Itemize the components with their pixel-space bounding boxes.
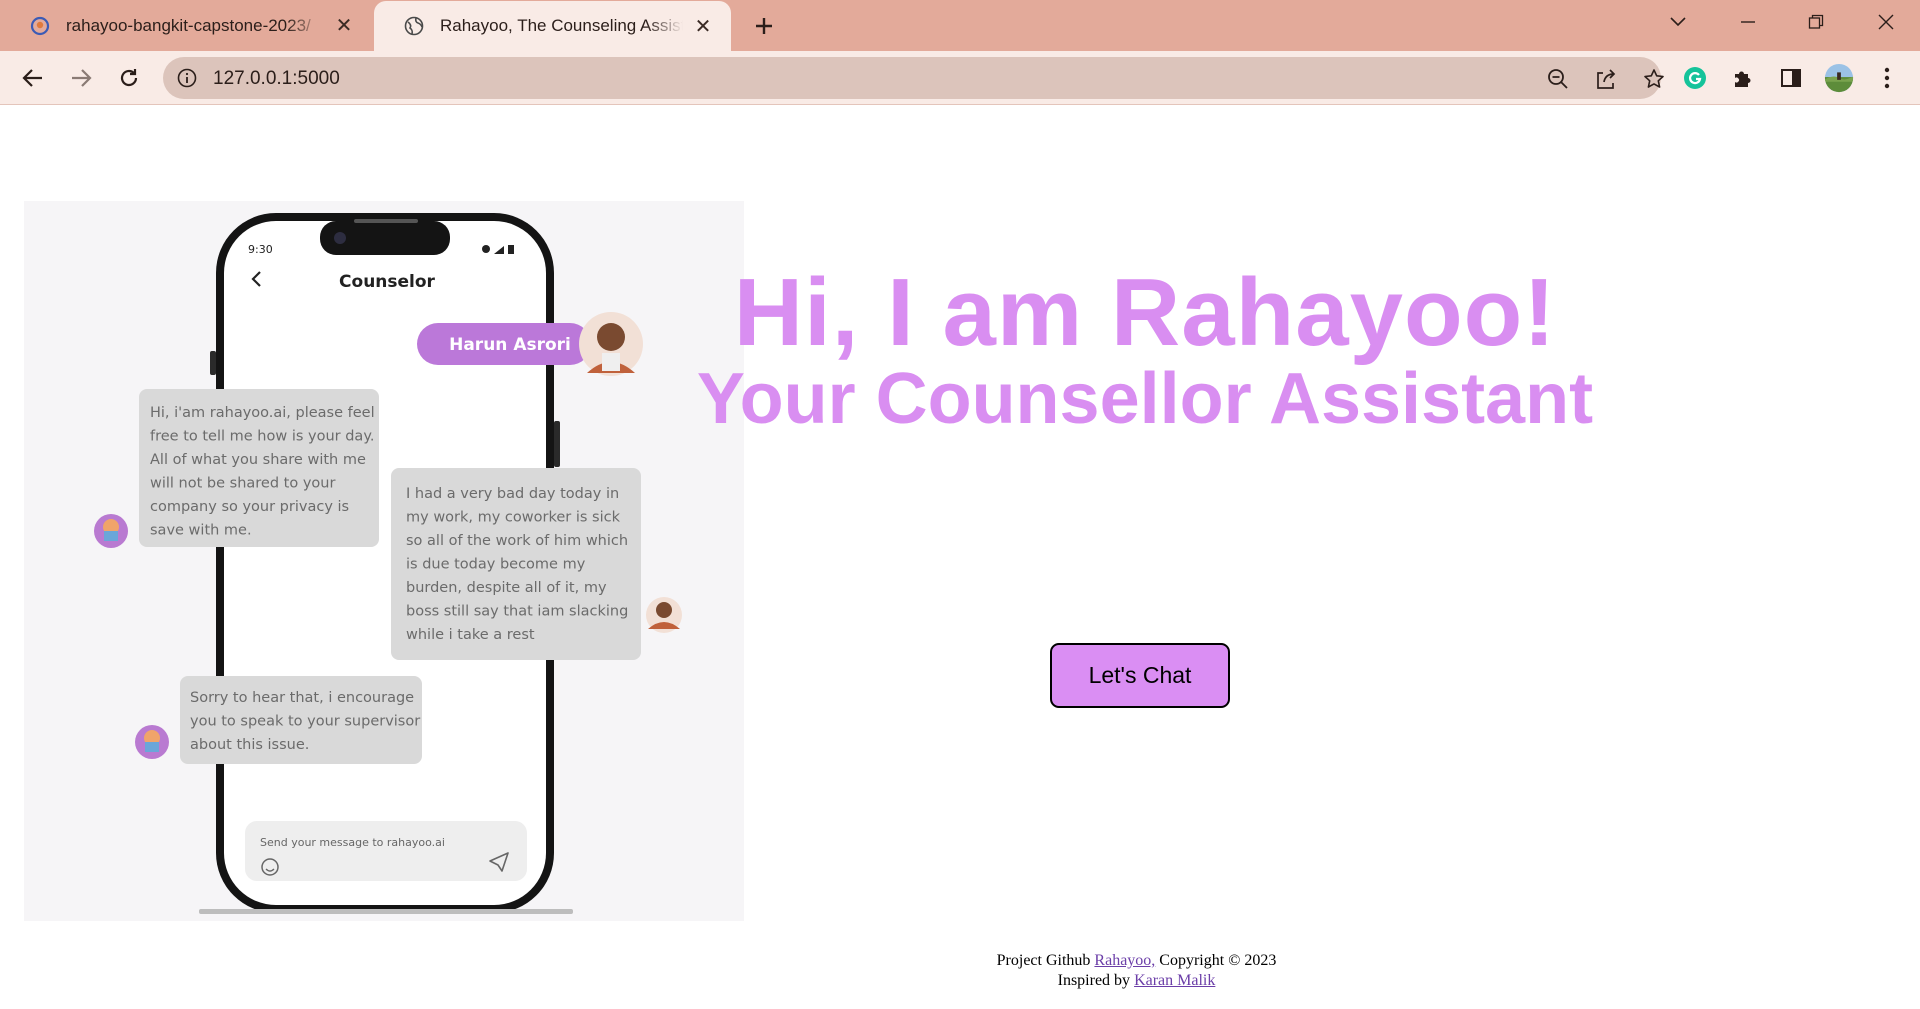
- forward-button[interactable]: [63, 60, 99, 96]
- side-panel-button[interactable]: [1776, 63, 1806, 93]
- info-icon[interactable]: [177, 68, 197, 88]
- menu-button[interactable]: [1872, 63, 1902, 93]
- grammarly-extension-button[interactable]: [1680, 63, 1710, 93]
- github-icon: [30, 16, 50, 35]
- grammarly-icon: [1684, 67, 1706, 89]
- reload-button[interactable]: [111, 60, 147, 96]
- bookmark-button[interactable]: [1641, 66, 1667, 92]
- page-subtitle: Your Counsellor Assistant: [696, 359, 1594, 439]
- minimize-icon: [1741, 21, 1755, 23]
- footer-text: Inspired by: [1057, 972, 1135, 989]
- arrow-left-icon: [22, 69, 42, 87]
- reload-icon: [120, 69, 138, 87]
- url-text[interactable]: 127.0.0.1:5000: [213, 68, 340, 90]
- message-line: save with me.: [150, 523, 252, 539]
- message-line: about this issue.: [190, 737, 309, 753]
- tab-github[interactable]: rahayoo-bangkit-capstone-2023/ ✕: [0, 0, 372, 51]
- extensions-button[interactable]: [1728, 63, 1758, 93]
- message-line: boss still say that iam slacking: [406, 604, 628, 620]
- share-button[interactable]: [1593, 66, 1619, 92]
- close-window-button[interactable]: [1858, 0, 1914, 44]
- globe-icon: [404, 16, 424, 36]
- message-line: will not be shared to your: [150, 476, 335, 492]
- status-time: 9:30: [248, 243, 273, 256]
- tab-title: Rahayoo, The Counseling Assistant: [440, 16, 683, 35]
- footer-line-1: Project Github Rahayoo, Copyright © 2023: [870, 951, 1403, 971]
- message-line: Sorry to hear that, i encourage: [190, 690, 414, 706]
- avatar: [1824, 63, 1854, 93]
- user-name: Harun Asrori: [449, 335, 571, 355]
- puzzle-icon: [1735, 71, 1751, 87]
- kebab-menu-icon: [1884, 67, 1890, 89]
- close-tab-icon[interactable]: ✕: [689, 12, 717, 40]
- side-panel-icon: [1781, 69, 1801, 87]
- message-line: Hi, i'am rahayoo.ai, please feel: [150, 405, 375, 421]
- zoom-button[interactable]: [1545, 66, 1571, 92]
- phone-chat-mockup: 9:30 Counselor Harun Asrori Hi, i'am rah…: [94, 213, 682, 914]
- chevron-down-icon: [1670, 17, 1686, 27]
- zoom-out-icon: [1548, 69, 1568, 89]
- hero-heading: Hi, I am Rahayoo! Your Counsellor Assist…: [690, 258, 1600, 438]
- message-line: company so your privacy is: [150, 499, 349, 515]
- restore-icon: [1808, 14, 1824, 29]
- project-github-link[interactable]: Rahayoo,: [1094, 952, 1155, 969]
- back-button[interactable]: [15, 60, 51, 96]
- page-footer: Project Github Rahayoo, Copyright © 2023…: [870, 951, 1403, 991]
- close-icon: [1878, 14, 1894, 30]
- chat-input-placeholder: Send your message to rahayoo.ai: [260, 836, 445, 849]
- hero-illustration: 9:30 Counselor Harun Asrori Hi, i'am rah…: [24, 201, 744, 921]
- address-bar[interactable]: 127.0.0.1:5000: [163, 57, 1664, 99]
- tab-strip: rahayoo-bangkit-capstone-2023/ ✕ Rahayoo…: [0, 0, 1920, 51]
- message-line: while i take a rest: [406, 627, 535, 643]
- tab-rahayoo[interactable]: Rahayoo, The Counseling Assistant ✕: [374, 1, 731, 51]
- close-tab-icon[interactable]: ✕: [330, 12, 358, 40]
- star-icon: [1644, 69, 1664, 88]
- browser-toolbar: 127.0.0.1:5000: [0, 51, 1920, 105]
- footer-line-2: Inspired by Karan Malik: [870, 971, 1403, 991]
- message-line: you to speak to your supervisor: [190, 714, 420, 730]
- new-tab-button[interactable]: [748, 10, 780, 42]
- arrow-right-icon: [72, 69, 92, 87]
- plus-icon: [756, 18, 772, 34]
- chat-screen-title: Counselor: [339, 272, 436, 292]
- message-line: I had a very bad day today in: [406, 486, 619, 502]
- restore-button[interactable]: [1788, 0, 1844, 44]
- message-line: All of what you share with me: [150, 452, 366, 468]
- message-line: burden, despite all of it, my: [406, 580, 607, 596]
- profile-button[interactable]: [1824, 63, 1854, 93]
- lets-chat-button[interactable]: Let's Chat: [1050, 643, 1230, 708]
- message-line: is due today become my: [406, 557, 586, 573]
- tab-title: rahayoo-bangkit-capstone-2023/: [66, 15, 311, 35]
- copyright-text: Copyright © 2023: [1155, 952, 1277, 969]
- message-line: free to tell me how is your day.: [150, 429, 374, 445]
- page-content: 9:30 Counselor Harun Asrori Hi, i'am rah…: [0, 106, 1920, 1009]
- author-link[interactable]: Karan Malik: [1134, 972, 1215, 989]
- minimize-button[interactable]: [1720, 0, 1776, 44]
- message-line: so all of the work of him which: [406, 533, 628, 549]
- footer-text: Project Github: [996, 952, 1095, 969]
- page-title: Hi, I am Rahayoo!: [733, 259, 1557, 366]
- message-line: my work, my coworker is sick: [406, 510, 621, 526]
- share-icon: [1597, 69, 1616, 89]
- tab-search-button[interactable]: [1650, 0, 1706, 44]
